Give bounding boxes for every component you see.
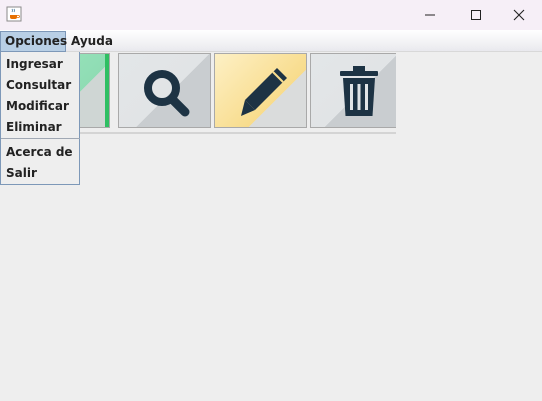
- close-button[interactable]: [496, 0, 542, 30]
- trash-icon: [340, 66, 378, 116]
- menu-item-salir[interactable]: Salir: [1, 163, 80, 183]
- search-button[interactable]: [118, 53, 211, 128]
- edit-button[interactable]: [214, 53, 307, 128]
- maximize-icon: [471, 10, 481, 20]
- java-cup-icon: [6, 6, 22, 22]
- delete-button[interactable]: [310, 53, 396, 128]
- close-icon: [513, 9, 525, 21]
- minimize-button[interactable]: [407, 0, 453, 30]
- minimize-icon: [425, 14, 435, 16]
- menu-item-ingresar[interactable]: Ingresar: [1, 54, 80, 74]
- pencil-icon: [241, 68, 287, 116]
- menu-item-eliminar[interactable]: Eliminar: [1, 117, 80, 137]
- maximize-button[interactable]: [453, 0, 499, 30]
- menu-bar: Opciones Ayuda: [0, 30, 542, 52]
- menu-ayuda[interactable]: Ayuda: [67, 31, 117, 51]
- menu-separator: [1, 138, 80, 139]
- search-icon: [144, 70, 190, 117]
- menu-opciones[interactable]: Opciones: [0, 31, 67, 52]
- add-icon: [105, 54, 109, 127]
- menu-item-consultar[interactable]: Consultar: [1, 75, 80, 95]
- opciones-dropdown: Ingresar Consultar Modificar Eliminar Ac…: [0, 52, 80, 185]
- menu-item-acerca-de[interactable]: Acerca de: [1, 142, 80, 162]
- title-bar: [0, 0, 542, 30]
- menu-item-modificar[interactable]: Modificar: [1, 96, 80, 116]
